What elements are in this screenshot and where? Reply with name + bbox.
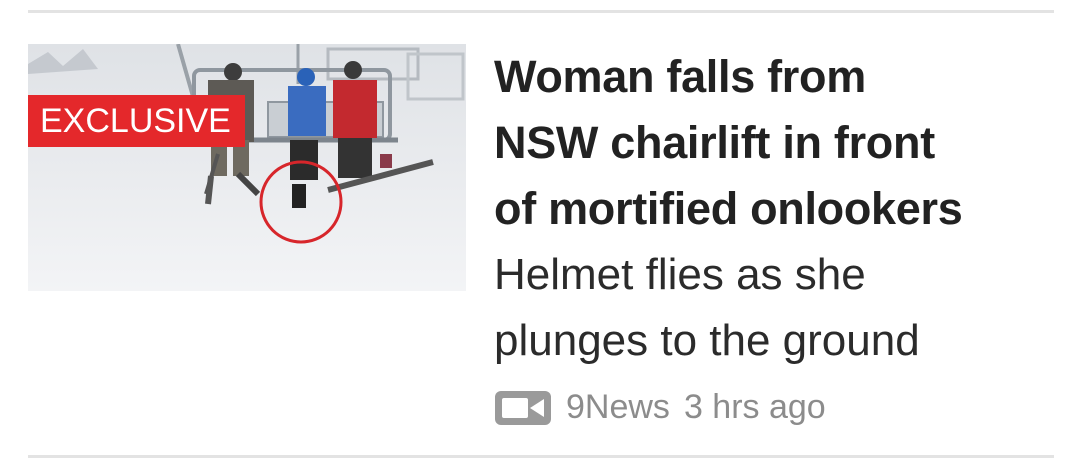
article-subheadline: Helmet flies as she plunges to the groun… xyxy=(494,250,920,365)
exclusive-badge: EXCLUSIVE xyxy=(28,95,245,147)
bottom-divider xyxy=(28,455,1054,458)
news-article-card[interactable]: EXCLUSIVE Woman falls from NSW chairlift… xyxy=(28,44,1054,427)
article-thumbnail[interactable]: EXCLUSIVE xyxy=(28,44,466,291)
article-source: 9News xyxy=(566,388,670,426)
video-camera-icon xyxy=(495,390,551,425)
article-meta: 9News 3 hrs ago xyxy=(494,388,1054,427)
chairlift-photo xyxy=(28,44,466,291)
top-divider xyxy=(28,10,1054,13)
article-text[interactable]: Woman falls from NSW chairlift in front … xyxy=(494,44,1054,427)
article-time: 3 hrs ago xyxy=(683,388,826,426)
article-headline[interactable]: Woman falls from NSW chairlift in front … xyxy=(494,44,1054,242)
